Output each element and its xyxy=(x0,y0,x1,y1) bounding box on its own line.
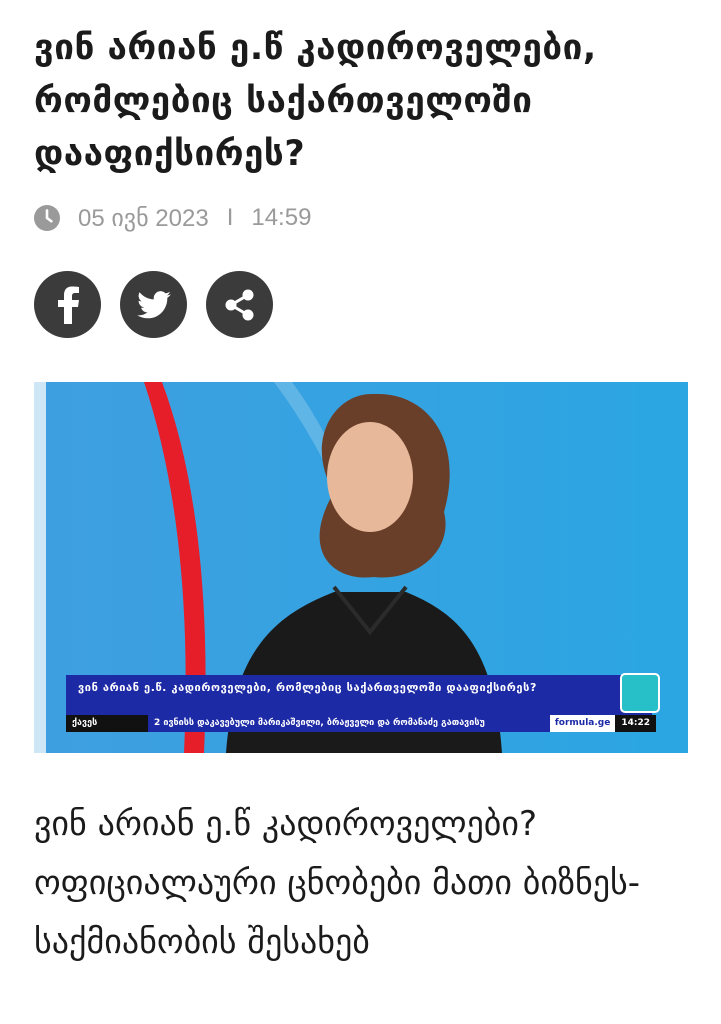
image-caption: ვინ არიან ე.წ კადიროველები? ოფიციალაური … xyxy=(34,804,641,962)
news-ticker: ქავეს 2 ივნისს დაკავებული მარიკაშვილი, ბ… xyxy=(66,715,656,732)
facebook-share-button[interactable] xyxy=(34,271,101,338)
facebook-icon xyxy=(57,286,79,324)
share-buttons xyxy=(34,271,273,338)
ticker-label: ქავეს xyxy=(66,715,148,732)
clock-icon xyxy=(34,205,60,231)
ticker-text: 2 ივნისს დაკავებული მარიკაშვილი, ბრაჟველ… xyxy=(148,715,550,732)
meta-separator: I xyxy=(226,204,234,231)
article-video-frame[interactable]: ვინ არიან ე.წ. კადიროველები, რომლებიც სა… xyxy=(34,382,688,753)
publish-time: 14:59 xyxy=(251,204,312,231)
share-icon xyxy=(225,289,253,320)
ticker-site: formula.ge xyxy=(549,715,616,732)
lower-third-headline: ვინ არიან ე.წ. კადიროველები, რომლებიც სა… xyxy=(66,675,652,715)
generic-share-button[interactable] xyxy=(206,271,273,338)
publish-date: 05 ივნ 2023 xyxy=(78,204,209,232)
twitter-share-button[interactable] xyxy=(120,271,187,338)
article-title: ვინ არიან ე.წ კადიროველები, რომლებიც საქ… xyxy=(34,28,597,174)
article-meta: 05 ივნ 2023 I 14:59 xyxy=(34,203,311,233)
ticker-clock: 14:22 xyxy=(615,715,656,732)
channel-logo-icon xyxy=(620,673,660,713)
twitter-icon xyxy=(136,290,171,318)
